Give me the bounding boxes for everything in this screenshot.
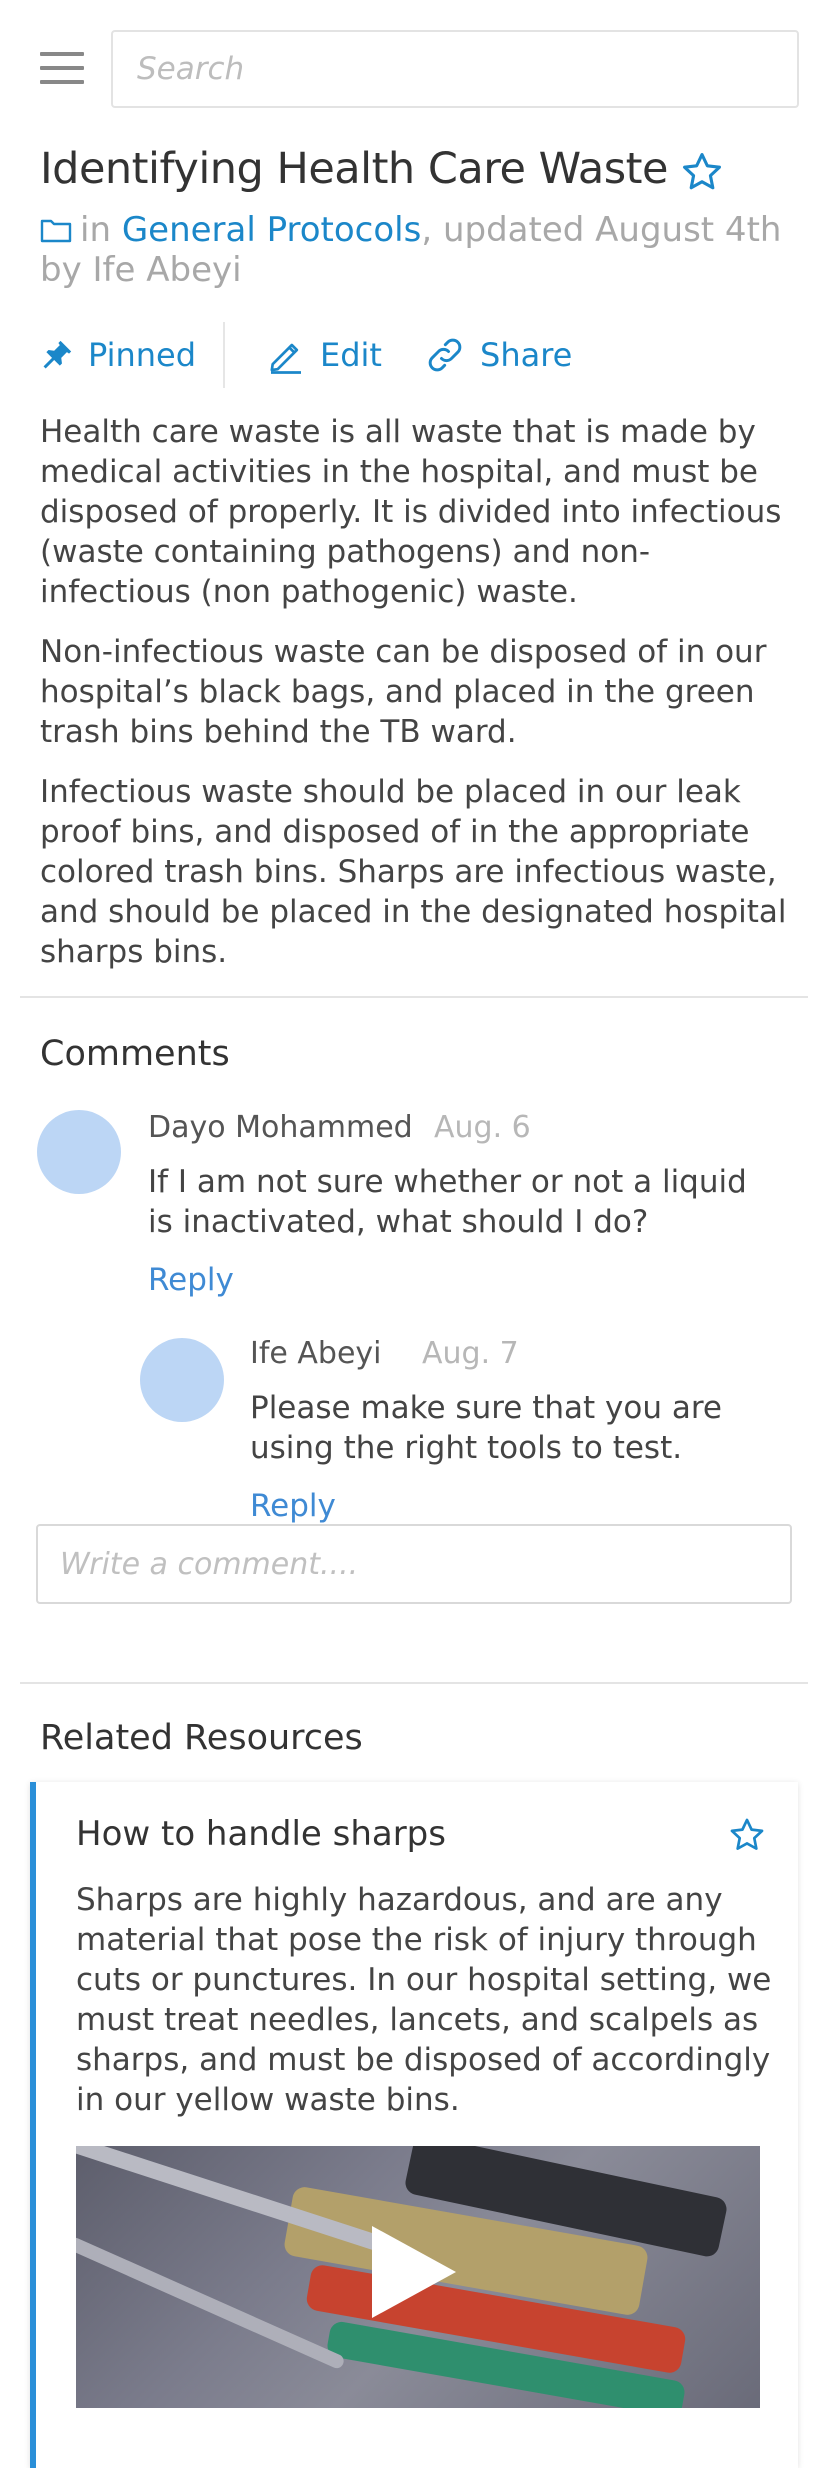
actions-divider [223, 322, 225, 388]
play-icon[interactable] [372, 2226, 456, 2318]
hamburger-menu-icon[interactable] [40, 52, 86, 84]
reply-button[interactable]: Reply [250, 1488, 336, 1524]
folder-icon [40, 219, 72, 243]
card-title[interactable]: How to handle sharps [76, 1814, 446, 1854]
article-meta: in General Protocols, updated August 4th… [40, 210, 800, 290]
share-button[interactable]: Share [424, 322, 572, 388]
share-label: Share [480, 336, 573, 374]
body-paragraph: Infectious waste should be placed in our… [40, 774, 787, 970]
pencil-icon [270, 343, 301, 374]
section-divider [20, 1682, 808, 1684]
pin-icon [43, 340, 72, 369]
card-description: Sharps are highly hazardous, and are any… [76, 1882, 772, 2118]
article-body: Health care waste is all waste that is m… [40, 412, 800, 992]
article-page: Identifying Health Care Waste in General… [0, 0, 828, 2468]
avatar [140, 1338, 224, 1422]
body-paragraph: Non-infectious waste can be disposed of … [40, 634, 767, 750]
category-link[interactable]: General Protocols [122, 210, 422, 250]
comment-text: Please make sure that you are using the … [250, 1390, 722, 1466]
comment-text: If I am not sure whether or not a liquid… [148, 1164, 747, 1240]
comment-date: Aug. 7 [422, 1336, 519, 1371]
body-paragraph: Health care waste is all waste that is m… [40, 414, 782, 610]
reply-button[interactable]: Reply [148, 1262, 234, 1298]
pinned-button[interactable]: Pinned [40, 322, 196, 388]
link-icon [428, 338, 462, 372]
comments-heading: Comments [40, 1034, 230, 1074]
related-resource-card[interactable]: How to handle sharps Sharps are highly h… [30, 1782, 798, 2468]
related-heading: Related Resources [40, 1718, 363, 1758]
edit-button[interactable]: Edit [266, 322, 382, 388]
section-divider [20, 996, 808, 998]
comment-author: Ife Abeyi [250, 1336, 382, 1371]
star-icon[interactable] [728, 1816, 766, 1854]
search-input[interactable] [111, 30, 799, 108]
comment-input[interactable] [36, 1524, 792, 1604]
meta-author: by Ife Abeyi [40, 250, 242, 290]
avatar [37, 1110, 121, 1194]
pinned-label: Pinned [88, 336, 197, 374]
video-thumbnail[interactable] [76, 2146, 760, 2408]
star-icon[interactable] [680, 150, 724, 194]
page-title: Identifying Health Care Waste [40, 144, 668, 194]
meta-updated: , updated August 4th [421, 210, 782, 250]
top-bar [0, 0, 828, 110]
comment-date: Aug. 6 [434, 1110, 531, 1145]
comment-author: Dayo Mohammed [148, 1110, 413, 1145]
meta-in-label: in [80, 210, 111, 250]
edit-label: Edit [320, 336, 382, 374]
